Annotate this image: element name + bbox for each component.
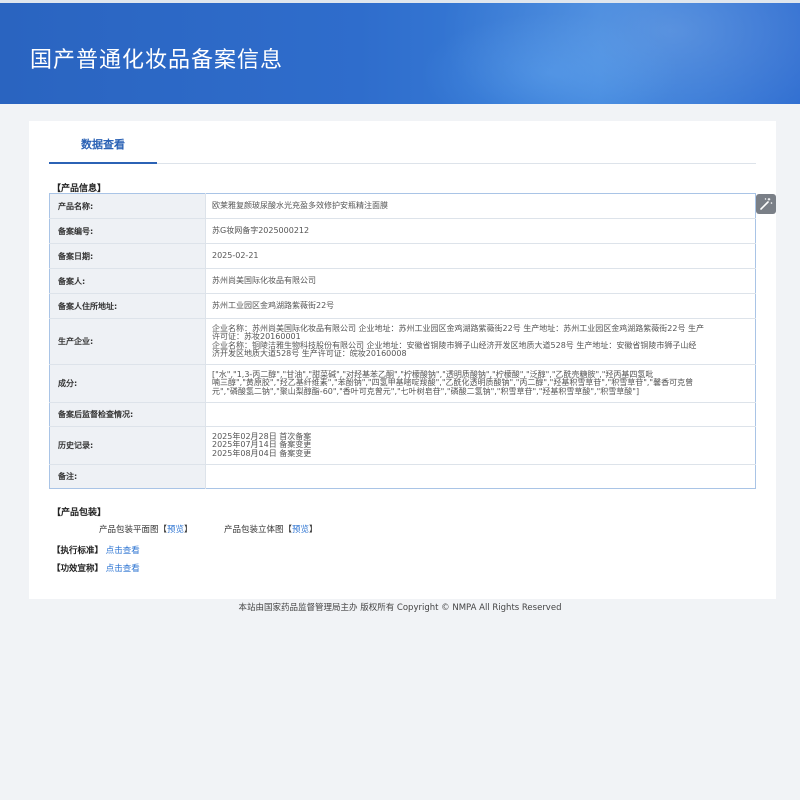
value-line: 苏州工业园区金鸡湖路紫薇街22号	[212, 300, 335, 310]
row-value: 2025年02月28日 首次备案 2025年07月14日 备案变更 2025年08月…	[205, 426, 756, 465]
bracket-close: 】	[309, 525, 318, 535]
package-flat-label: 产品包装平面图	[99, 525, 159, 535]
row-value: 2025-02-21	[205, 243, 756, 269]
preview-stereo-link[interactable]: 预览	[292, 525, 309, 535]
tab-bar: 数据查看	[49, 121, 756, 164]
section-packaging: 【产品包装】	[52, 508, 107, 518]
preview-flat-link[interactable]: 预览	[167, 525, 184, 535]
value-line: 2025年08月04日 备案变更	[212, 448, 312, 458]
row-label: 备案编号:	[49, 218, 206, 244]
standard-view-link[interactable]: 点击查看	[106, 546, 140, 556]
standard-row: 【执行标准】 点击查看	[52, 544, 140, 556]
table-row: 备注:	[49, 464, 756, 489]
table-row: 产品名称: 欧莱雅复颜玻尿酸水光充盈多效修护安瓶精注面膜	[49, 193, 756, 219]
value-line: 济开发区地质大道528号 生产许可证：皖妆20160008	[212, 349, 407, 358]
table-row: 历史记录: 2025年02月28日 首次备案 2025年07月14日 备案变更 202…	[49, 426, 756, 465]
magic-wand-icon[interactable]	[756, 194, 776, 214]
footer-copyright: 本站由国家药品监督管理局主办 版权所有 Copyright © NMPA All…	[238, 603, 562, 613]
row-label: 产品名称:	[49, 193, 206, 219]
row-label: 成分:	[49, 364, 206, 403]
page-header: 国产普通化妆品备案信息	[0, 3, 800, 104]
content-panel: 数据查看 【产品信息】 产品名称: 欧莱雅复颜玻尿酸水光充盈多效修护安瓶精注面膜备…	[29, 121, 776, 599]
value-line: 欧莱雅复颜玻尿酸水光充盈多效修护安瓶精注面膜	[212, 200, 388, 210]
row-value: 苏州尚美国际化妆品有限公司	[205, 268, 756, 294]
table-row: 备案人: 苏州尚美国际化妆品有限公司	[49, 268, 756, 294]
table-row: 备案编号: 苏G妆网备字2025000212	[49, 218, 756, 244]
row-label: 备案日期:	[49, 243, 206, 269]
table-row: 成分: ["水","1,3-丙二醇","甘油","甜菜碱","对羟基苯乙酮","柠…	[49, 364, 756, 403]
row-value: ["水","1,3-丙二醇","甘油","甜菜碱","对羟基苯乙酮","柠檬酸钠…	[205, 364, 756, 403]
table-row: 备案人住所地址: 苏州工业园区金鸡湖路紫薇街22号	[49, 293, 756, 319]
bracket-close: 】	[184, 525, 193, 535]
package-stereo: 产品包装立体图【预览】	[224, 523, 318, 535]
efficacy-view-link[interactable]: 点击查看	[106, 564, 140, 574]
value-line: 苏G妆网备字2025000212	[212, 225, 310, 235]
package-flat: 产品包装平面图【预览】	[99, 523, 193, 535]
row-value: 欧莱雅复颜玻尿酸水光充盈多效修护安瓶精注面膜	[205, 193, 756, 219]
row-label: 备案人:	[49, 268, 206, 294]
row-value	[205, 402, 756, 427]
table-row: 备案日期: 2025-02-21	[49, 243, 756, 269]
product-info-table: 产品名称: 欧莱雅复颜玻尿酸水光充盈多效修护安瓶精注面膜 备案编号: 苏G妆网备字20…	[49, 193, 756, 489]
tab-data-view[interactable]: 数据查看	[49, 121, 157, 164]
table-row: 备案后监督检查情况:	[49, 402, 756, 427]
table-row: 生产企业: 企业名称：苏州尚美国际化妆品有限公司 企业地址：苏州工业园区金鸡湖路紫…	[49, 318, 756, 365]
value-line: 2025-02-21	[212, 250, 259, 260]
row-label: 生产企业:	[49, 318, 206, 365]
package-stereo-label: 产品包装立体图	[224, 525, 284, 535]
header-glow-secondary	[420, 13, 680, 104]
efficacy-row: 【功效宣称】 点击查看	[52, 562, 140, 574]
row-label: 备案人住所地址:	[49, 293, 206, 319]
page-title: 国产普通化妆品备案信息	[30, 48, 284, 73]
section-standard: 【执行标准】	[52, 546, 104, 556]
value-line: 元","磷酸氢二钠","聚山梨醇酯-60","香叶可克曾元","七叶树皂苷","…	[212, 386, 640, 396]
row-value: 苏G妆网备字2025000212	[205, 218, 756, 244]
row-label: 历史记录:	[49, 426, 206, 465]
row-label: 备注:	[49, 464, 206, 489]
row-label: 备案后监督检查情况:	[49, 402, 206, 427]
row-value	[206, 465, 756, 489]
row-value: 苏州工业园区金鸡湖路紫薇街22号	[205, 293, 756, 319]
value-line: 苏州尚美国际化妆品有限公司	[212, 275, 316, 285]
bracket-open: 【	[283, 525, 293, 535]
bracket-open: 【	[158, 525, 168, 535]
section-efficacy: 【功效宣称】	[52, 564, 104, 574]
row-value: 企业名称：苏州尚美国际化妆品有限公司 企业地址：苏州工业园区金鸡湖路紫薇街22号…	[205, 318, 756, 365]
